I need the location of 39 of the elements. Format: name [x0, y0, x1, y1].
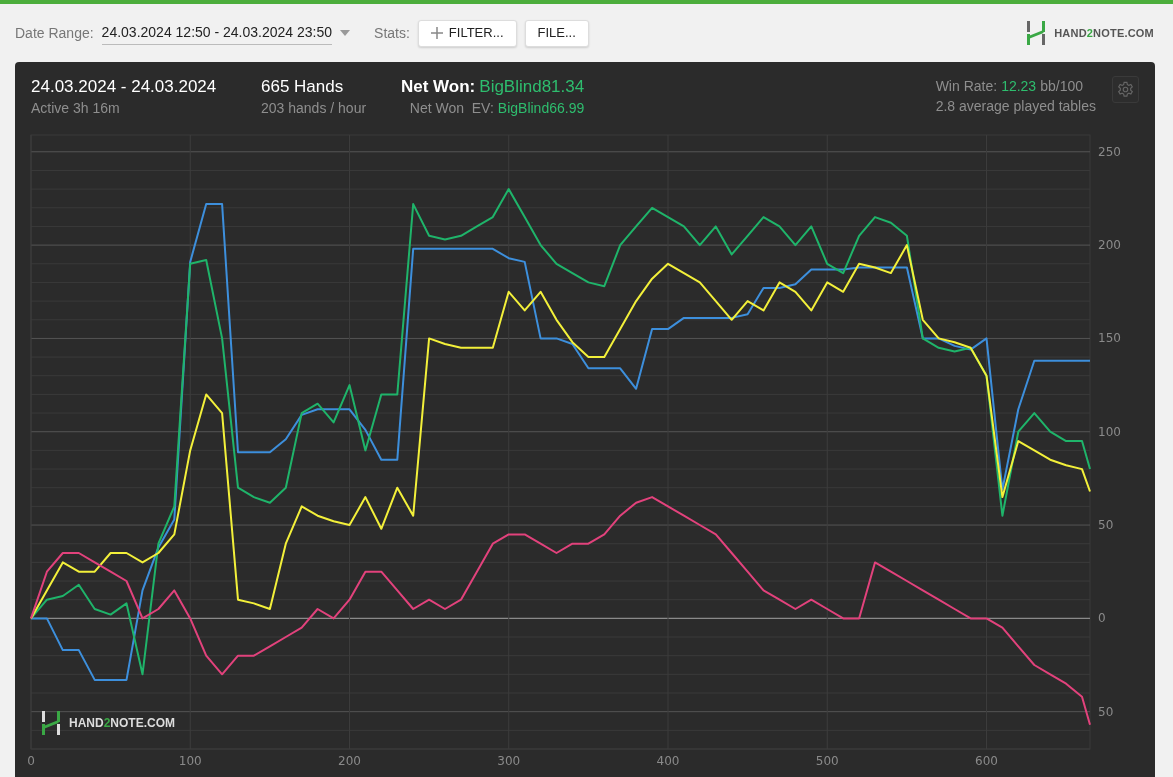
date-range-label: Date Range:: [15, 23, 94, 43]
axis-tick-label: 400: [656, 754, 680, 768]
caret-icon: [340, 30, 351, 36]
win-rate-label: Win Rate:: [935, 77, 998, 96]
net-won-value: BigBlind81.34: [479, 76, 585, 98]
settings-button[interactable]: [1112, 76, 1139, 103]
hands-count: 665 Hands: [261, 76, 345, 98]
date-range-dropdown[interactable]: 24.03.2024 12:50 - 24.03.2024 23:50: [101, 21, 351, 45]
axis-tick-label: 200: [1098, 238, 1121, 253]
axis-tick-label: 100: [178, 754, 202, 768]
net-won-label: Net Won:: [401, 76, 476, 98]
stats-label: Stats:: [374, 23, 410, 43]
axis-tick-label: 50: [1098, 518, 1114, 533]
win-rate-unit: bb/100: [1040, 77, 1083, 96]
net-won-ev-label: Net Won EV:: [409, 99, 494, 118]
plus-icon: [430, 27, 443, 39]
axis-tick-label: 200: [338, 754, 361, 768]
logo-text: HAND2NOTE.COM: [1054, 25, 1154, 41]
net-won-ev-value: BigBlind66.99: [497, 99, 585, 118]
filter-button[interactable]: FILTER...: [417, 19, 517, 47]
watermark-text: HAND2NOTE.COM: [69, 715, 176, 732]
axis-tick-label: 50: [1098, 704, 1114, 719]
axis-tick-label: 250: [1098, 144, 1121, 159]
axis-tick-label: 300: [497, 754, 521, 768]
axis-tick-label: 0: [27, 754, 35, 768]
watermark-logo-icon: [41, 711, 61, 735]
settings-icon: [1117, 81, 1134, 98]
axis-tick-label: 0: [1098, 611, 1106, 626]
average-tables: 2.8 average played tables: [935, 96, 1096, 116]
axis-tick-label: 600: [975, 754, 998, 768]
axis-tick-label: 100: [1098, 424, 1121, 439]
active-time: Active 3h 16m: [31, 99, 121, 118]
logo-icon: [1026, 21, 1047, 45]
axis-tick-label: 150: [1098, 331, 1121, 346]
date-span: 24.03.2024 - 24.03.2024: [31, 76, 218, 98]
file-button[interactable]: FILE...: [524, 19, 589, 47]
axis-tick-label: 500: [815, 754, 839, 768]
hands-rate: 203 hands / hour: [261, 99, 368, 118]
win-rate-value: 12.23: [1001, 77, 1037, 96]
